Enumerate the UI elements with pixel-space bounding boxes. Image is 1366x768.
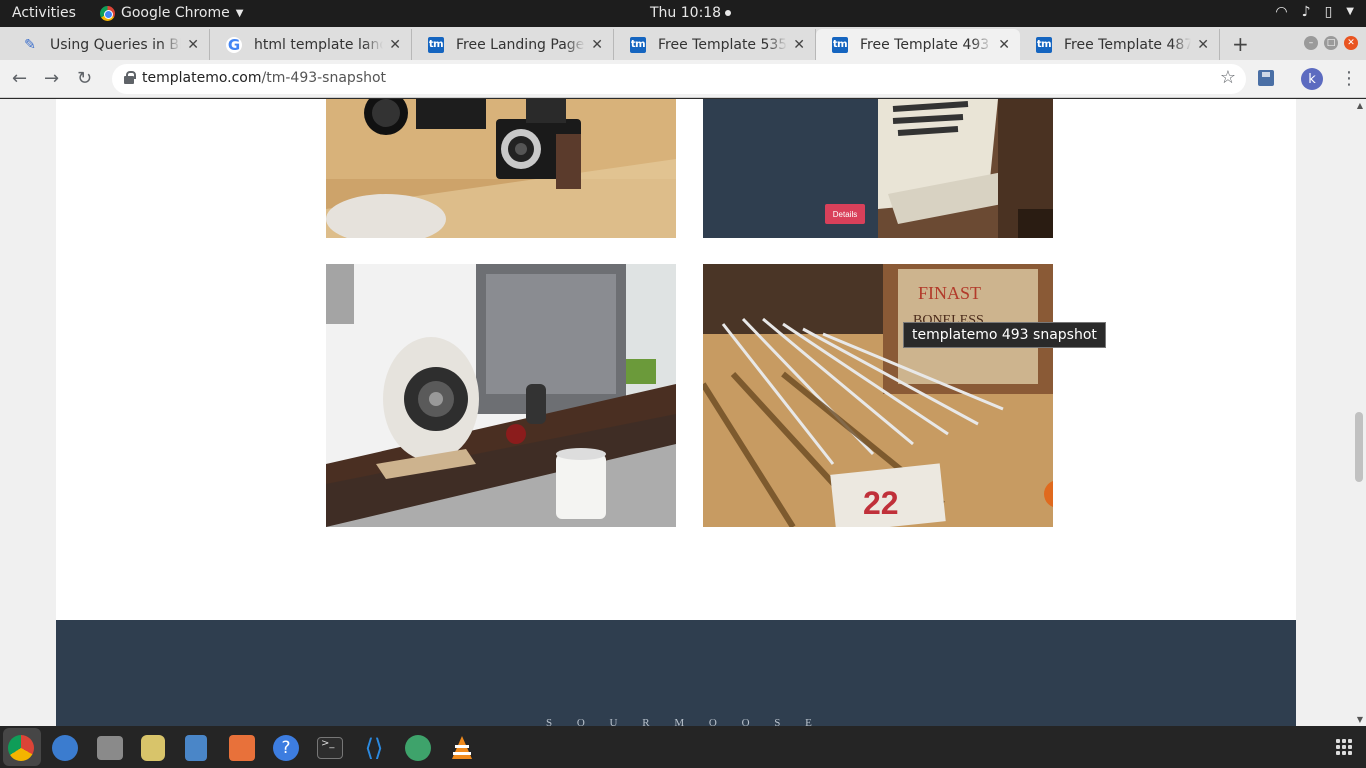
page-viewport: Details FINAST BONELESS 22 S O U R M O O… xyxy=(0,99,1366,726)
speaker-desk-image xyxy=(326,264,676,527)
address-bar[interactable]: templatemo.com/tm-493-snapshot ☆ xyxy=(112,64,1246,94)
back-arrow-icon[interactable]: ← xyxy=(12,68,27,89)
writer-dock-icon[interactable] xyxy=(185,735,207,761)
forward-arrow-icon[interactable]: → xyxy=(44,68,59,89)
profile-avatar[interactable]: k xyxy=(1301,68,1323,90)
vlc-dock-icon[interactable] xyxy=(449,735,475,761)
close-icon[interactable]: ✕ xyxy=(591,37,603,53)
vscode-dock-icon[interactable]: ⟨⟩ xyxy=(361,735,387,761)
templatemo-icon: tm xyxy=(1036,36,1052,53)
gallery-photo-notebook[interactable] xyxy=(878,99,1053,238)
browser-toolbar: ← → ↻ templatemo.com/tm-493-snapshot ☆ xyxy=(0,60,1366,98)
minimize-icon[interactable]: – xyxy=(1304,36,1318,50)
maximize-icon[interactable]: □ xyxy=(1324,36,1338,50)
taskbar-dock: ? >_ ⟨⟩ xyxy=(0,726,1366,768)
lock-icon[interactable] xyxy=(124,71,136,84)
notification-dot-icon xyxy=(725,10,732,16)
gallery-photo-speaker[interactable] xyxy=(326,264,676,527)
close-window-icon[interactable]: ✕ xyxy=(1344,36,1358,50)
details-button[interactable]: Details xyxy=(825,204,865,224)
tab-label: Using Queries in Bla xyxy=(50,36,182,53)
files-dock-icon[interactable] xyxy=(97,736,123,760)
cameras-image xyxy=(326,99,676,238)
tab-free-landing-page[interactable]: tm Free Landing Page W ✕ xyxy=(412,29,614,60)
window-controls: – □ ✕ xyxy=(1304,36,1358,50)
wifi-icon: ◠ xyxy=(1275,4,1288,20)
pen-icon: ✎ xyxy=(24,36,36,53)
scroll-up-icon[interactable]: ▲ xyxy=(1357,101,1363,110)
terminal-dock-icon[interactable]: >_ xyxy=(317,737,343,759)
notebook-image xyxy=(878,99,1053,238)
thunderbird-dock-icon[interactable] xyxy=(52,735,78,761)
close-icon[interactable]: ✕ xyxy=(1197,37,1209,53)
gallery-photo-rulers[interactable]: FINAST BONELESS 22 xyxy=(703,264,1053,527)
system-top-bar: Activities Google Chrome ▼ Thu 10:18 ◠ ♪… xyxy=(0,0,1366,27)
app-menu[interactable]: Google Chrome ▼ xyxy=(100,5,243,21)
close-icon[interactable]: ✕ xyxy=(187,37,199,53)
rulers-pencils-image: FINAST BONELESS 22 xyxy=(703,264,1053,527)
url-path: /tm-493-snapshot xyxy=(261,70,387,86)
clock[interactable]: Thu 10:18 xyxy=(650,5,732,21)
tab-free-template-493[interactable]: tm Free Template 493 Sn ✕ xyxy=(816,29,1020,60)
image-tooltip: templatemo 493 snapshot xyxy=(903,322,1106,348)
bookmark-star-icon[interactable]: ☆ xyxy=(1220,67,1236,88)
gallery-section xyxy=(56,99,1296,620)
show-applications-icon[interactable] xyxy=(1336,739,1352,755)
help-dock-icon[interactable]: ? xyxy=(273,735,299,761)
android-studio-dock-icon[interactable] xyxy=(405,735,431,761)
tab-label: Free Landing Page W xyxy=(456,36,585,53)
tab-label: Free Template 487 Fi xyxy=(1064,36,1192,53)
tab-strip: ✎ Using Queries in Bla ✕ G html template… xyxy=(0,27,1366,60)
chrome-dock-icon[interactable] xyxy=(8,735,34,761)
tab-html-template[interactable]: G html template landi ✕ xyxy=(210,29,412,60)
url-text[interactable]: templatemo.com/tm-493-snapshot xyxy=(142,70,386,86)
templatemo-icon: tm xyxy=(428,36,444,53)
close-icon[interactable]: ✕ xyxy=(389,37,401,53)
tab-free-template-487[interactable]: tm Free Template 487 Fi ✕ xyxy=(1020,29,1220,60)
google-icon: G xyxy=(226,35,242,54)
scroll-down-icon[interactable]: ▼ xyxy=(1357,715,1363,724)
templatemo-icon: tm xyxy=(630,36,646,53)
activities-button[interactable]: Activities xyxy=(12,5,76,21)
url-host: templatemo.com xyxy=(142,70,262,86)
rhythmbox-dock-icon[interactable] xyxy=(141,735,165,761)
tab-using-queries[interactable]: ✎ Using Queries in Bla ✕ xyxy=(6,29,210,60)
app-menu-label: Google Chrome xyxy=(121,5,230,21)
svg-text:22: 22 xyxy=(863,485,899,521)
gallery-photo-cameras[interactable] xyxy=(326,99,676,238)
footer-heading: S O U R M O O S E xyxy=(546,717,823,726)
reload-icon[interactable]: ↻ xyxy=(77,68,92,89)
system-tray[interactable]: ◠ ♪ ▯ ▼ xyxy=(1275,4,1354,20)
caret-down-icon: ▼ xyxy=(235,7,244,19)
tab-label: Free Template 535 Sl xyxy=(658,36,788,53)
tab-free-template-535[interactable]: tm Free Template 535 Sl ✕ xyxy=(614,29,816,60)
tab-label: Free Template 493 Sn xyxy=(860,36,992,53)
volume-icon: ♪ xyxy=(1301,4,1311,20)
battery-icon: ▯ xyxy=(1324,4,1333,20)
save-extension-icon[interactable] xyxy=(1258,70,1274,86)
scrollbar[interactable]: ▲ ▼ xyxy=(1352,99,1366,726)
tab-label: html template landi xyxy=(254,36,384,53)
close-icon[interactable]: ✕ xyxy=(998,37,1010,53)
svg-text:FINAST: FINAST xyxy=(918,283,981,303)
new-tab-icon[interactable]: + xyxy=(1232,32,1249,56)
vlc-cone-icon xyxy=(452,736,472,759)
footer-section: S O U R M O O S E xyxy=(56,620,1296,726)
system-menu-caret-icon: ▼ xyxy=(1346,6,1354,17)
clock-label: Thu 10:18 xyxy=(650,5,722,21)
software-dock-icon[interactable] xyxy=(229,735,255,761)
close-icon[interactable]: ✕ xyxy=(793,37,805,53)
templatemo-icon: tm xyxy=(832,36,848,53)
scrollbar-thumb[interactable] xyxy=(1355,412,1363,482)
chrome-icon xyxy=(100,5,115,21)
more-menu-icon[interactable]: ⋮ xyxy=(1340,68,1358,89)
